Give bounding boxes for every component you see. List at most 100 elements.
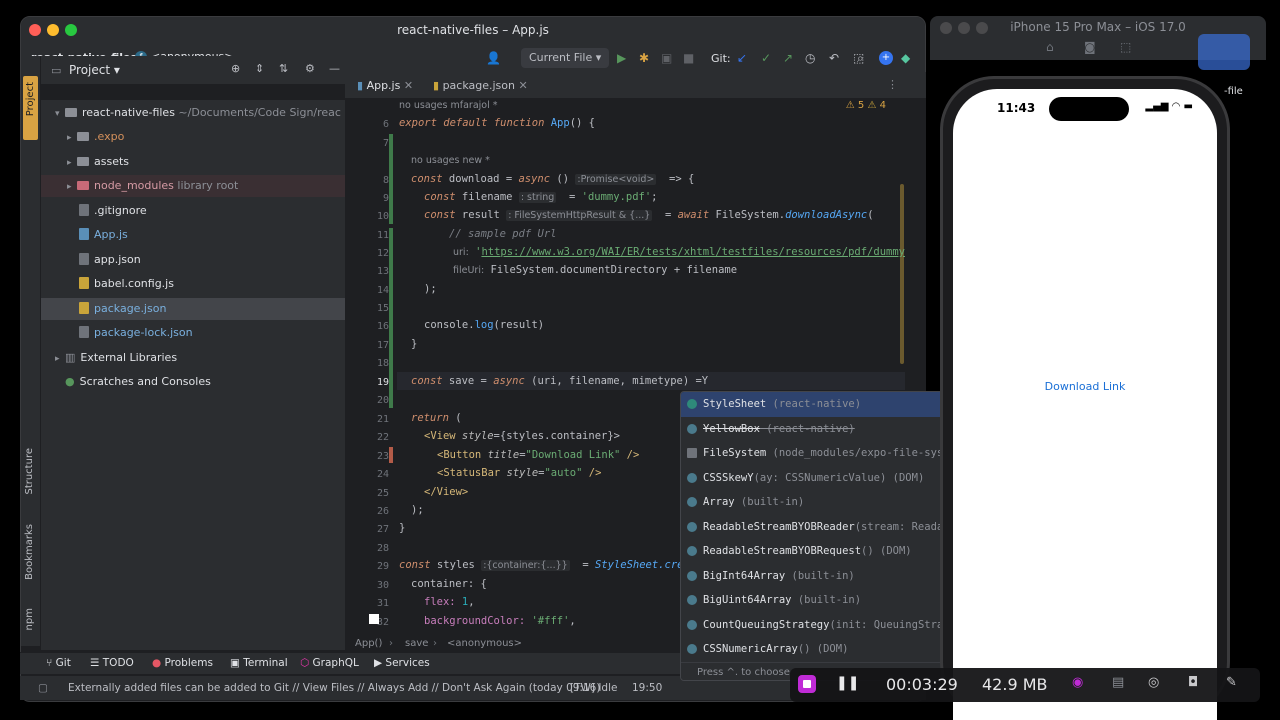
locate-icon[interactable]: ⊕: [231, 62, 240, 75]
tool-services[interactable]: ▶ Services: [374, 657, 430, 669]
pause-icon[interactable]: ❚❚: [836, 675, 859, 691]
microphone-muted-icon[interactable]: ◉: [1072, 675, 1083, 690]
tab-package-json[interactable]: ▮ package.json ✕: [425, 72, 536, 100]
more-tabs-icon[interactable]: ⋮: [887, 78, 898, 91]
breadcrumb-separator: ›: [389, 638, 393, 649]
line-number: 29: [376, 561, 389, 572]
run-config-dropdown[interactable]: Current File ▾: [521, 48, 610, 68]
line-number: 9: [382, 193, 389, 204]
tab-app-js[interactable]: ▮ App.js ✕: [349, 72, 422, 100]
project-tool-button[interactable]: Project: [23, 76, 38, 140]
expand-all-icon[interactable]: ⇕: [255, 62, 264, 75]
tree-item-app-js[interactable]: App.js: [41, 224, 345, 246]
tree-item-assets[interactable]: ▸ assets: [41, 151, 345, 173]
jetbrains-ai-icon[interactable]: ◆: [901, 52, 910, 64]
graphql-icon: ⬡: [300, 657, 310, 669]
stop-recording-icon[interactable]: [798, 675, 816, 693]
code-with-me-icon[interactable]: +: [879, 51, 893, 65]
structure-tool-label[interactable]: Structure: [24, 448, 35, 495]
status-message[interactable]: Externally added files can be added to G…: [68, 682, 600, 694]
git-update-icon[interactable]: ↙: [737, 52, 747, 64]
run-icon[interactable]: ▶: [617, 52, 626, 64]
history-icon[interactable]: ◷: [805, 52, 815, 64]
close-icon[interactable]: ✕: [519, 79, 528, 92]
tree-item-node-modules[interactable]: ▸ node_modules library root: [41, 175, 345, 197]
system-audio-icon[interactable]: ◎: [1148, 675, 1159, 690]
download-link-button[interactable]: Download Link: [953, 380, 1217, 393]
tool-problems[interactable]: ● Problems: [152, 657, 213, 669]
annotate-pencil-icon[interactable]: ✎: [1226, 675, 1237, 690]
gear-icon[interactable]: ⚙: [305, 62, 315, 75]
code-line-10: const result : FileSystemHttpResult & {.…: [424, 209, 874, 221]
breadcrumb-anonymous[interactable]: <anonymous>: [447, 638, 522, 649]
camera-icon[interactable]: ▤: [1112, 675, 1124, 690]
tree-item-app-json[interactable]: app.json: [41, 249, 345, 271]
tree-item-label: node_modules: [94, 179, 174, 192]
breadcrumb-app[interactable]: App(): [355, 638, 382, 649]
tree-item-scratches[interactable]: ● Scratches and Consoles: [41, 371, 345, 393]
tree-item-package-lock[interactable]: package-lock.json: [41, 322, 345, 344]
project-panel-header: ▭ Project ▾ ⊕ ⇕ ⇅ ⚙ —: [41, 56, 345, 84]
project-tool-label: Project: [25, 82, 36, 117]
home-icon[interactable]: ⌂: [1046, 40, 1054, 54]
code-line-6: export default function App() {: [399, 117, 595, 129]
variable-icon: [687, 619, 697, 630]
line-number: 30: [376, 580, 389, 591]
close-icon[interactable]: ✕: [404, 79, 413, 92]
line-number: 28: [376, 543, 389, 554]
project-tree: ▾ react-native-files ~/Documents/Code Sig…: [41, 100, 345, 650]
collapse-all-icon[interactable]: ⇅: [279, 62, 288, 75]
variable-icon: [687, 546, 697, 556]
line-number: 8: [382, 175, 389, 186]
git-push-icon[interactable]: ↗: [783, 52, 793, 64]
tool-terminal[interactable]: ▣ Terminal: [230, 657, 288, 669]
tool-todo[interactable]: ☰ TODO: [90, 657, 134, 669]
tool-git[interactable]: ⑂ Git: [46, 657, 71, 669]
tree-item-root[interactable]: ▾ react-native-files ~/Documents/Code Sig…: [41, 102, 345, 124]
rotate-icon[interactable]: ⬚: [1120, 40, 1131, 54]
json-file-icon: [79, 326, 89, 338]
status-toggle-icon[interactable]: ▢: [38, 682, 48, 694]
tree-item-babel-config[interactable]: babel.config.js: [41, 273, 345, 295]
code-line-24: <StatusBar style="auto" />: [437, 467, 602, 479]
line-number: 31: [376, 598, 389, 609]
npm-tool-label[interactable]: npm: [24, 608, 35, 630]
stop-icon[interactable]: ■: [683, 52, 694, 64]
warning-count[interactable]: ⚠ 5 ⚠ 4: [846, 100, 886, 111]
tool-graphql[interactable]: ⬡ GraphQL: [300, 657, 359, 669]
code-line-17: }: [411, 338, 418, 350]
tree-item-label: react-native-files: [82, 106, 175, 119]
coverage-icon[interactable]: ▣: [661, 52, 672, 64]
background-window-label: -file: [1224, 86, 1243, 97]
editor-scrollbar[interactable]: [900, 184, 904, 364]
line-number: 16: [376, 321, 389, 332]
tree-item-label: Scratches and Consoles: [79, 375, 211, 388]
tree-item-gitignore[interactable]: .gitignore: [41, 200, 345, 222]
terminal-icon: ▣: [230, 657, 240, 669]
screenshot-icon[interactable]: ◙: [1084, 40, 1096, 54]
breadcrumb-save[interactable]: save: [405, 638, 428, 649]
git-commit-icon[interactable]: ✓: [761, 52, 771, 64]
user-icon[interactable]: 👤: [486, 52, 501, 64]
tree-item-external-libraries[interactable]: ▸ ▥ External Libraries: [41, 347, 345, 369]
tree-item-label: .gitignore: [94, 204, 147, 217]
debug-icon[interactable]: ✱: [639, 52, 649, 64]
project-panel-title[interactable]: Project ▾: [69, 63, 120, 77]
code-line-31: flex: 1,: [424, 596, 475, 608]
hide-panel-icon[interactable]: —: [329, 62, 340, 75]
code-line-13: fileUri: FileSystem.documentDirectory + …: [453, 264, 738, 276]
line-number: 6: [382, 119, 389, 130]
screenshot-icon[interactable]: ◘: [1188, 675, 1198, 690]
tree-item-expo[interactable]: ▸ .expo: [41, 126, 345, 148]
status-caret-position[interactable]: 19:50: [632, 682, 662, 694]
bookmarks-tool-label[interactable]: Bookmarks: [24, 524, 35, 580]
chevron-right-icon: ▸: [55, 354, 60, 364]
rollback-icon[interactable]: ↶: [829, 52, 839, 64]
search-icon[interactable]: ⌕: [857, 52, 864, 64]
vcs-added-marker: [389, 134, 393, 224]
folder-icon: [77, 157, 89, 166]
dynamic-island: [1049, 97, 1129, 121]
status-idle[interactable]: [TW] Idle: [570, 682, 617, 694]
tree-item-package-json[interactable]: package.json: [41, 298, 345, 320]
line-number: 7: [382, 138, 389, 149]
